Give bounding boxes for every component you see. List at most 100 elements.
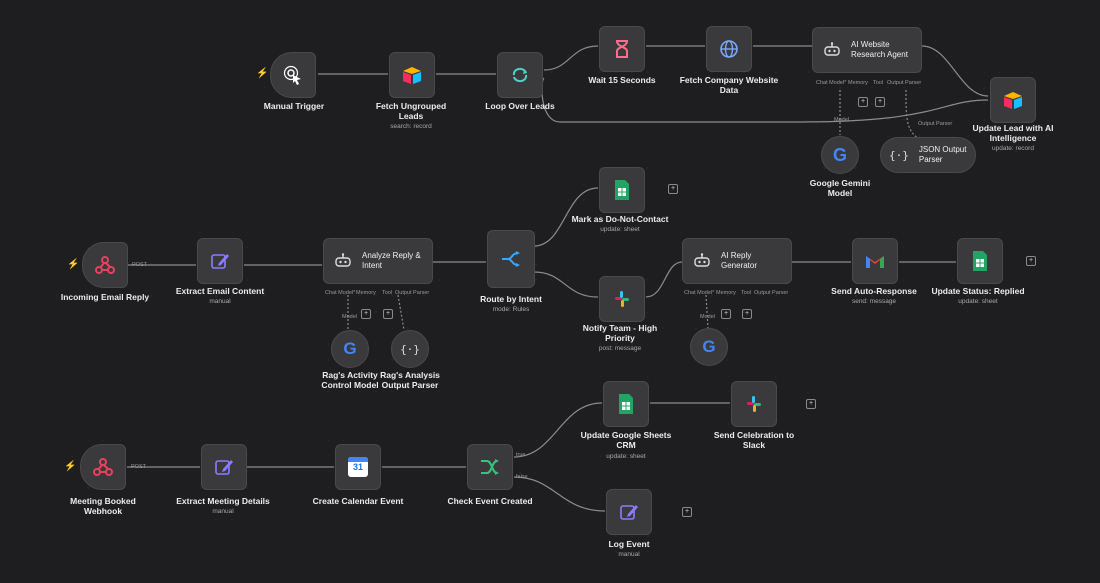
ai-reply-model-node[interactable]: G <box>690 328 728 366</box>
notify-team-node[interactable] <box>599 276 645 322</box>
check-event-created-node[interactable] <box>467 444 513 490</box>
port-output-parser: Output Parser <box>887 80 922 86</box>
extract-meeting-node[interactable] <box>201 444 247 490</box>
fetch-ungrouped-leads-label: Fetch Ungrouped Leads <box>375 101 447 121</box>
loop-over-leads-label: Loop Over Leads <box>485 101 555 111</box>
port-false: false <box>516 474 528 480</box>
edge <box>921 45 989 97</box>
send-auto-response-sublabel: send: message <box>851 298 897 305</box>
edge <box>533 271 599 298</box>
google-g-icon: G <box>702 337 716 356</box>
pencil-edit-icon <box>215 460 233 475</box>
hourglass-icon <box>616 40 628 58</box>
update-status-node[interactable] <box>957 238 1003 284</box>
add-tool-button[interactable]: + <box>875 97 885 107</box>
add-memory-button[interactable]: + <box>858 97 868 107</box>
braces-icon: {·} <box>889 148 909 162</box>
webhook-icon <box>93 458 113 476</box>
edge <box>705 294 709 329</box>
port-output-parser: Output Parser <box>754 290 789 296</box>
extract-meeting-label: Extract Meeting Details <box>176 496 270 506</box>
log-event-node[interactable] <box>606 489 652 535</box>
pencil-edit-icon <box>211 254 229 269</box>
port-output-parser: Output Parser <box>395 290 430 296</box>
send-auto-response-node[interactable] <box>852 238 898 284</box>
trigger-bolt-icon: ⚡ <box>64 461 77 472</box>
manual-trigger-node[interactable] <box>270 52 316 98</box>
ai-research-agent-node[interactable]: AI Website Research Agent <box>812 27 922 73</box>
fetch-website-node[interactable] <box>706 26 752 72</box>
port-chat-model: Chat Model* <box>684 290 715 296</box>
manual-trigger-label: Manual Trigger <box>263 101 325 111</box>
fetch-ungrouped-leads-node[interactable] <box>389 52 435 98</box>
add-node-button[interactable]: + <box>806 399 816 409</box>
port-true: true <box>516 452 526 458</box>
edge <box>543 45 599 71</box>
google-sheets-icon <box>615 180 629 200</box>
send-auto-response-label: Send Auto-Response <box>831 286 917 296</box>
workflow-canvas[interactable]: ⚡ Manual Trigger Fetch Ungrouped Leads s… <box>0 0 1100 583</box>
rags-activity-model-node[interactable]: G <box>331 330 369 368</box>
create-calendar-event-node[interactable]: 31 <box>335 444 381 490</box>
incoming-email-webhook-node[interactable] <box>82 242 128 288</box>
route-by-intent-node[interactable] <box>487 230 535 288</box>
update-sheets-crm-sublabel: update: sheet <box>606 453 646 460</box>
port-model-label: Model <box>834 117 849 123</box>
add-tool-button[interactable]: + <box>383 309 393 319</box>
rags-analysis-parser-node[interactable]: {·} <box>391 330 429 368</box>
analyze-reply-agent-node[interactable]: Analyze Reply & Intent <box>323 238 433 284</box>
send-celebration-label: Send Celebration to Slack <box>713 430 795 450</box>
update-lead-label: Update Lead with AI Intelligence <box>972 123 1054 143</box>
check-event-created-label: Check Event Created <box>447 496 533 506</box>
wait-label: Wait 15 Seconds <box>588 75 656 85</box>
port-tool: Tool <box>741 290 752 296</box>
extract-email-node[interactable] <box>197 238 243 284</box>
add-tool-button[interactable]: + <box>742 309 752 319</box>
google-g-icon: G <box>832 144 847 165</box>
slack-icon <box>747 396 761 412</box>
update-sheets-crm-label: Update Google Sheets CRM <box>580 430 672 450</box>
google-sheets-icon <box>619 394 633 414</box>
update-status-sublabel: update: sheet <box>958 298 998 305</box>
send-celebration-node[interactable] <box>731 381 777 427</box>
add-memory-button[interactable]: + <box>721 309 731 319</box>
meeting-booked-webhook-node[interactable] <box>80 444 126 490</box>
robot-icon <box>335 253 351 267</box>
update-lead-node[interactable] <box>990 77 1036 123</box>
extract-email-sublabel: manual <box>209 298 231 305</box>
add-node-button[interactable]: + <box>1026 256 1036 266</box>
ai-reply-generator-label: AI Reply Generator <box>721 251 758 270</box>
analyze-reply-label: Analyze Reply & Intent <box>362 251 421 270</box>
mark-dnc-node[interactable] <box>599 167 645 213</box>
fetch-ungrouped-leads-sublabel: search: record <box>390 123 432 130</box>
wait-node[interactable] <box>599 26 645 72</box>
port-tool: Tool <box>873 80 884 86</box>
if-branch-icon <box>481 459 499 475</box>
route-by-intent-sublabel: mode: Rules <box>492 306 530 313</box>
trigger-bolt-icon: ⚡ <box>256 68 269 79</box>
ai-research-agent-label: AI Website Research Agent <box>851 40 908 59</box>
port-memory: Memory <box>848 80 868 86</box>
add-memory-button[interactable]: + <box>361 309 371 319</box>
loop-over-leads-node[interactable] <box>497 52 543 98</box>
airtable-icon <box>1004 92 1022 109</box>
log-event-sublabel: manual <box>618 551 640 558</box>
loop-icon <box>512 67 528 83</box>
rags-analysis-label: Rag's Analysis Output Parser <box>380 370 440 390</box>
create-calendar-event-label: Create Calendar Event <box>312 496 404 506</box>
robot-icon <box>824 42 840 56</box>
ai-reply-generator-node[interactable]: AI Reply Generator <box>682 238 792 284</box>
port-output-parser-label: Output Parser <box>918 121 953 127</box>
port-memory: Memory <box>356 290 376 296</box>
braces-icon: {·} <box>400 342 420 356</box>
add-node-button[interactable]: + <box>668 184 678 194</box>
gemini-model-node[interactable]: G <box>821 136 859 174</box>
route-by-intent-label: Route by Intent <box>480 294 542 304</box>
json-output-parser-node[interactable]: {·} JSON Output Parser <box>880 137 976 173</box>
route-switch-icon <box>502 251 520 267</box>
update-sheets-crm-node[interactable] <box>603 381 649 427</box>
airtable-icon <box>403 67 421 84</box>
port-model-label: Model <box>700 314 715 320</box>
add-node-button[interactable]: + <box>682 507 692 517</box>
rags-activity-label: Rag's Activity Control Model <box>321 370 379 390</box>
